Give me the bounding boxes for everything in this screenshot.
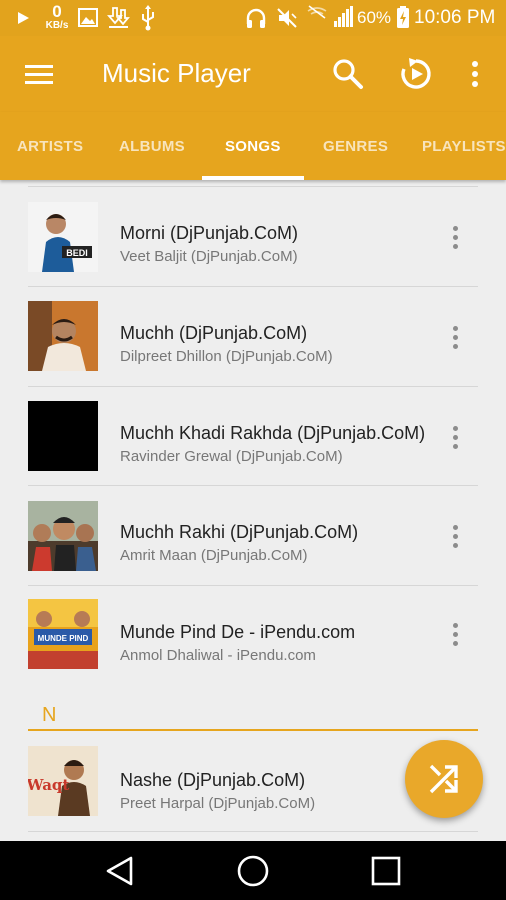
play-notification-icon <box>18 12 29 24</box>
tab-playlists[interactable]: PLAYLISTS <box>422 112 506 180</box>
page-title: Music Player <box>102 58 251 88</box>
song-more-button[interactable] <box>442 417 468 457</box>
album-art-caption: MUNDE PIND <box>38 634 89 643</box>
recents-square-icon <box>371 856 401 886</box>
replay-button[interactable] <box>396 54 436 94</box>
album-art-caption: Waqt <box>28 776 69 794</box>
song-row[interactable]: BEDI Morni (DjPunjab.CoM) Veet Baljit (D… <box>0 187 506 286</box>
album-art <box>28 501 98 571</box>
song-row[interactable]: Muchh (DjPunjab.CoM) Dilpreet Dhillon (D… <box>0 287 506 386</box>
status-bar: 0 KB/s 60% 10:06 PM <box>0 0 506 36</box>
mute-icon <box>277 8 297 28</box>
song-title: Muchh Khadi Rakhda (DjPunjab.CoM) <box>120 423 426 443</box>
tab-bar: ARTISTS ALBUMS SONGS GENRES PLAYLISTS <box>0 112 506 180</box>
song-row[interactable]: MUNDE PIND Munde Pind De - iPendu.com An… <box>0 586 506 685</box>
tab-songs[interactable]: SONGS <box>225 112 281 180</box>
search-icon <box>333 59 363 89</box>
song-artist: Veet Baljit (DjPunjab.CoM) <box>120 248 298 265</box>
album-art-muchh-rakhi <box>28 501 98 571</box>
song-artist: Amrit Maan (DjPunjab.CoM) <box>120 547 308 564</box>
section-header-divider <box>28 729 478 731</box>
search-button[interactable] <box>328 54 368 94</box>
song-row[interactable]: Muchh Rakhi (DjPunjab.CoM) Amrit Maan (D… <box>0 486 506 585</box>
tab-genres[interactable]: GENRES <box>323 112 388 180</box>
nav-back-button[interactable] <box>99 851 139 891</box>
section-header-letter: N <box>42 704 57 726</box>
tab-artists[interactable]: ARTISTS <box>17 112 83 180</box>
more-vert-icon <box>452 524 458 548</box>
song-more-button[interactable] <box>442 317 468 357</box>
back-triangle-icon <box>106 856 133 886</box>
album-art: BEDI <box>28 202 98 272</box>
menu-button[interactable] <box>19 54 59 94</box>
more-vert-icon <box>452 622 458 646</box>
song-artist: Anmol Dhaliwal - iPendu.com <box>120 647 316 664</box>
home-circle-icon <box>237 855 269 887</box>
network-speed-value: 0 <box>52 2 62 21</box>
song-title: Morni (DjPunjab.CoM) <box>120 223 299 243</box>
clock: 10:06 PM <box>414 7 496 28</box>
tab-albums[interactable]: ALBUMS <box>119 112 185 180</box>
nav-recents-button[interactable] <box>366 851 406 891</box>
album-art-nashe: Waqt <box>28 746 98 816</box>
album-art: Waqt <box>28 746 98 816</box>
battery-percent: 60% <box>357 8 392 27</box>
app-bar: Music Player <box>0 36 506 112</box>
album-art <box>28 401 98 471</box>
song-more-button[interactable] <box>442 217 468 257</box>
song-more-button[interactable] <box>442 614 468 654</box>
song-row[interactable]: Muchh Khadi Rakhda (DjPunjab.CoM) Ravind… <box>0 387 506 486</box>
shuffle-icon <box>429 764 458 794</box>
wifi-off-icon <box>307 5 327 19</box>
more-vert-icon <box>472 61 478 87</box>
system-nav-bar <box>0 841 506 900</box>
battery-charging-icon <box>397 6 409 28</box>
replay-icon <box>401 58 431 89</box>
nav-home-button[interactable] <box>233 851 273 891</box>
more-vert-icon <box>452 225 458 249</box>
shuffle-fab-button[interactable] <box>405 740 483 818</box>
song-title: Nashe (DjPunjab.CoM) <box>120 770 306 790</box>
network-speed-indicator: 0 KB/s <box>42 3 72 31</box>
image-notification-icon <box>78 8 98 27</box>
signal-icon <box>334 6 353 27</box>
song-artist: Ravinder Grewal (DjPunjab.CoM) <box>120 448 343 465</box>
album-art-caption: BEDI <box>66 248 88 258</box>
network-speed-unit: KB/s <box>45 20 69 31</box>
song-title: Muchh Rakhi (DjPunjab.CoM) <box>120 522 359 542</box>
headphones-icon <box>246 8 266 28</box>
overflow-menu-button[interactable] <box>455 54 495 94</box>
usb-icon <box>142 5 154 31</box>
album-art-muchh <box>28 301 98 371</box>
more-vert-icon <box>452 425 458 449</box>
song-artist: Preet Harpal (DjPunjab.CoM) <box>120 795 316 812</box>
menu-icon <box>25 65 53 84</box>
album-art-morni: BEDI <box>28 202 98 272</box>
song-title: Munde Pind De - iPendu.com <box>120 622 356 642</box>
album-art: MUNDE PIND <box>28 599 98 669</box>
album-art <box>28 301 98 371</box>
download-notification-icon <box>107 7 130 28</box>
album-art-munde-pind-de: MUNDE PIND <box>28 599 98 669</box>
song-title: Muchh (DjPunjab.CoM) <box>120 323 308 343</box>
more-vert-icon <box>452 325 458 349</box>
song-artist: Dilpreet Dhillon (DjPunjab.CoM) <box>120 348 333 365</box>
list-divider <box>28 831 478 832</box>
song-more-button[interactable] <box>442 516 468 556</box>
